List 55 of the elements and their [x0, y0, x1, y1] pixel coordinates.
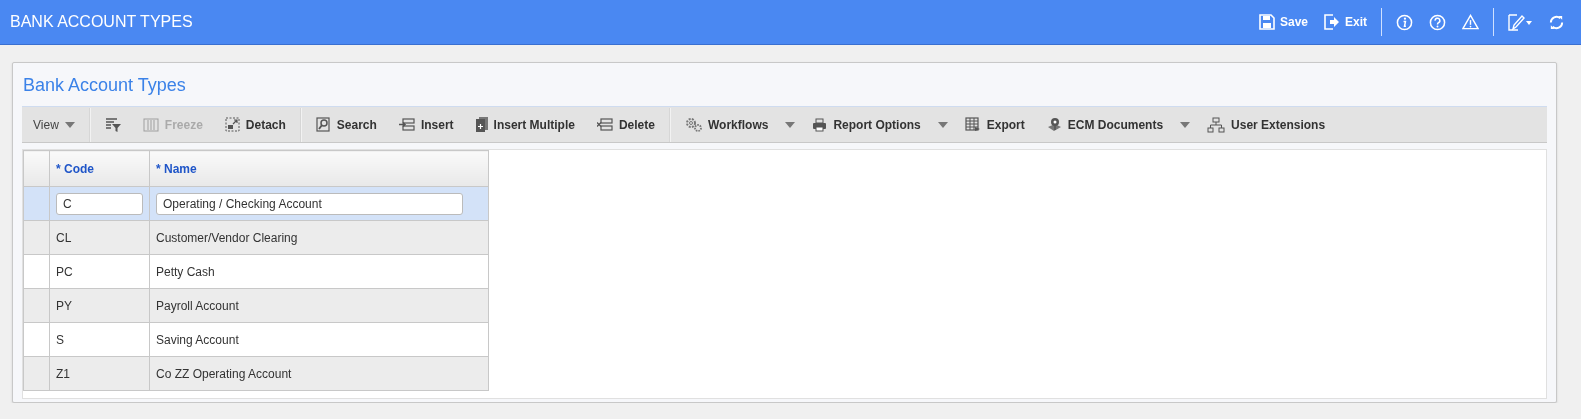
- table-cell: Saving Account: [149, 322, 489, 357]
- table-cell: Payroll Account: [149, 288, 489, 323]
- columns-icon: [142, 117, 159, 132]
- toolbar-button[interactable]: Insert: [387, 113, 465, 136]
- caret-icon: [64, 121, 75, 128]
- table-row[interactable]: PC Petty Cash: [23, 254, 489, 289]
- table-cell: CL: [49, 220, 150, 255]
- help-icon: [1429, 13, 1446, 31]
- caret-icon: [1180, 121, 1191, 128]
- toolbar-button[interactable]: Report Options: [801, 113, 932, 136]
- input-field[interactable]: C: [56, 192, 143, 215]
- panel-title: Bank Account Types: [23, 75, 187, 96]
- toolbar-button[interactable]: ECM Documents: [1035, 112, 1175, 137]
- refresh-icon: [1548, 13, 1565, 31]
- window-title: BANK ACCOUNT TYPES: [10, 13, 194, 31]
- table-cell: Z1: [49, 356, 150, 391]
- view-menu[interactable]: View: [22, 113, 86, 136]
- hierarchy-icon: [1207, 116, 1226, 133]
- table-cell: PC: [49, 254, 150, 289]
- table-row[interactable]: Z1 Co ZZ Operating Account: [23, 356, 489, 391]
- toolbar-button[interactable]: Insert Multiple: [464, 113, 586, 136]
- caret-icon: [937, 121, 948, 128]
- table-row[interactable]: S Saving Account: [23, 322, 489, 357]
- filter-list-icon: [104, 117, 121, 132]
- column-header[interactable]: * Name: [149, 150, 489, 187]
- edit-icon: [1508, 13, 1532, 31]
- search-icon: [315, 117, 331, 132]
- caret-icon: [785, 121, 796, 128]
- gears-icon: [684, 117, 702, 132]
- document-add-icon: [475, 117, 488, 132]
- printer-icon: [812, 117, 828, 132]
- insert-row-icon: [398, 118, 415, 131]
- documents-pin-icon: [1046, 116, 1062, 133]
- toolbar-button[interactable]: Search: [304, 113, 388, 136]
- delete-row-icon: [596, 118, 613, 131]
- save-icon: [1258, 14, 1275, 30]
- detach-icon: [224, 117, 240, 132]
- warning-icon: [1462, 14, 1479, 30]
- input-field[interactable]: Operating / Checking Account: [156, 192, 463, 215]
- table-row[interactable]: PY Payroll Account: [23, 288, 489, 323]
- table-row[interactable]: CL Customer/Vendor Clearing: [23, 220, 489, 255]
- toolbar-button[interactable]: Delete: [585, 113, 666, 136]
- toolbar-button[interactable]: User Extensions: [1196, 112, 1337, 137]
- info-icon: [1396, 13, 1413, 31]
- toolbar-button[interactable]: Detach: [213, 113, 297, 136]
- spreadsheet-icon: [964, 117, 981, 132]
- table-cell: Petty Cash: [149, 254, 489, 289]
- table-cell: Co ZZ Operating Account: [149, 356, 489, 391]
- column-header[interactable]: * Code: [49, 150, 150, 187]
- table-cell: PY: [49, 288, 150, 323]
- exit-icon: [1324, 14, 1340, 30]
- table-cell: S: [49, 322, 150, 357]
- toolbar-button[interactable]: Workflows: [673, 113, 780, 136]
- table-cell: Customer/Vendor Clearing: [149, 220, 489, 255]
- toolbar-button[interactable]: Export: [953, 113, 1036, 136]
